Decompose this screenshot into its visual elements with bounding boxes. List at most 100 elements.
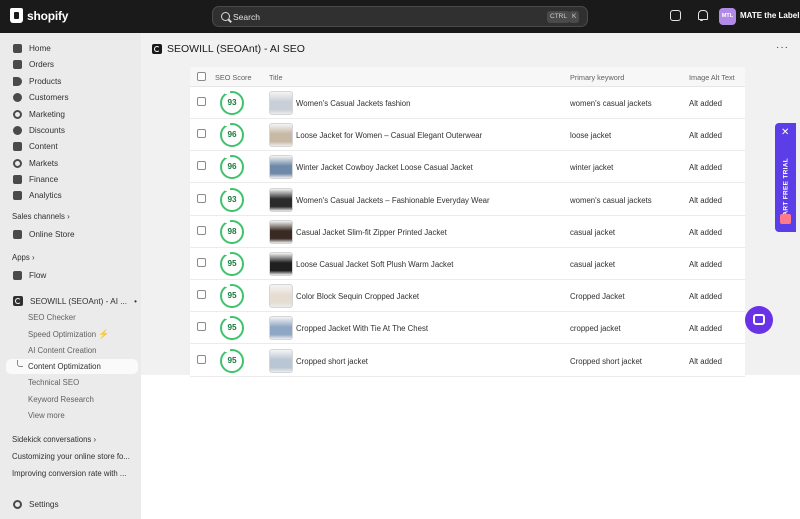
store-icon[interactable] [670,10,681,21]
bank-icon [13,174,22,184]
sidebar-item-customers[interactable]: Customers [13,90,69,104]
product-title[interactable]: Casual Jacket Slim-fit Zipper Printed Ja… [296,228,447,237]
apps-heading[interactable]: Apps › [12,253,35,262]
select-all-checkbox[interactable] [197,72,206,81]
sidebar-item-products[interactable]: Products [13,74,61,88]
table-row[interactable]: 93 Women's Casual Jackets – Fashionable E… [190,184,745,216]
sidebar-item-seowill-app[interactable]: SEOWILL (SEOAnt) - AI ... • [13,294,137,308]
sales-channels-heading[interactable]: Sales channels › [12,212,70,221]
sidebar-item-marketing[interactable]: Marketing [13,107,65,121]
table-row[interactable]: 96 Loose Jacket for Women – Casual Elegan… [190,119,745,152]
table-row[interactable]: 95 Color Block Sequin Cropped Jacket Cropp… [190,280,745,313]
image-alt-status: Alt added [689,324,722,334]
product-thumbnail [269,252,293,276]
more-actions-icon[interactable]: ··· [776,42,789,53]
sidebar-item-label: Flow [29,270,47,280]
row-checkbox[interactable] [197,258,206,267]
product-title[interactable]: Cropped Jacket With Tie At The Chest [296,324,428,333]
search-bar[interactable]: Search CTRL K [212,6,588,27]
sidebar-item-label: Content [29,141,58,151]
sidebar-item-label: Settings [29,499,59,509]
sidebar-subitem-content-optimization[interactable]: Content Optimization [6,359,138,374]
page-header: SEOWILL (SEOAnt) - AI SEO [152,43,305,55]
product-title[interactable]: Women's Casual Jackets – Fashionable Eve… [296,196,490,205]
row-checkbox[interactable] [197,290,206,300]
close-icon[interactable]: ✕ [781,127,789,138]
sidebar-item-online-store[interactable]: Online Store [13,227,75,241]
discount-icon [13,125,22,135]
column-header-seo-score[interactable]: SEO Score [215,73,252,82]
product-title[interactable]: Loose Jacket for Women – Casual Elegant … [296,131,482,140]
column-header-image-alt-text[interactable]: Image Alt Text [689,73,735,82]
sidebar-item-label: Customers [29,92,69,102]
primary-keyword: Cropped Jacket [570,292,625,302]
sidebar-subitem-ai-content-creation[interactable]: AI Content Creation [28,346,96,355]
row-checkbox[interactable] [197,129,206,139]
sidebar-item-finance[interactable]: Finance [13,172,58,186]
column-header-primary-keyword[interactable]: Primary keyword [570,73,624,82]
sidebar-subitem-speed-optimization[interactable]: Speed Optimization ⚡ [28,329,109,340]
lightning-bolt-icon: ⚡ [98,329,110,339]
primary-keyword: women's casual jackets [570,195,652,205]
seowill-app-icon [152,44,162,54]
sidebar-subitem-view-more[interactable]: View more [28,411,65,420]
product-thumbnail [269,219,293,244]
row-checkbox[interactable] [197,193,206,203]
sidebar-subitem-keyword-research[interactable]: Keyword Research [28,395,94,404]
sidebar-subitem-technical-seo[interactable]: Technical SEO [28,378,79,387]
table-row[interactable]: 95 Cropped short jacket Cropped short jack… [190,345,745,377]
store-name[interactable]: MATE the Label [740,11,799,20]
table-row[interactable]: 95 Cropped Jacket With Tie At The Chest cr… [190,312,745,345]
product-title[interactable]: Women's Casual Jackets fashion [296,99,410,108]
table-row[interactable]: 93 Women's Casual Jackets fashion women's … [190,87,745,119]
sidebar-item-markets[interactable]: Markets [13,156,58,170]
shopify-logo[interactable]: shopify [10,8,68,23]
row-checkbox[interactable] [197,97,206,106]
seo-score-badge: 95 [220,315,244,341]
product-title[interactable]: Loose Casual Jacket Soft Plush Warm Jack… [296,260,453,269]
start-free-trial-tab[interactable]: ✕ START FREE TRIAL [775,123,796,232]
sidebar-item-flow[interactable]: Flow [13,268,46,282]
table-row[interactable]: 96 Winter Jacket Cowboy Jacket Loose Casu… [190,151,745,184]
bell-icon[interactable] [696,10,708,21]
store-avatar[interactable]: MTL [719,8,736,25]
image-alt-status: Alt added [689,292,722,302]
orders-icon [13,59,22,69]
primary-keyword: winter jacket [570,163,614,173]
search-icon [221,12,230,21]
chevron-right-icon: › [93,435,97,444]
sidebar-item-orders[interactable]: Orders [13,57,54,71]
sidebar-item-home[interactable]: Home [13,41,51,55]
chat-launcher-button[interactable] [745,306,773,334]
shortcut-key-ctrl: CTRL [547,11,570,23]
sidekick-conversation-item[interactable]: Improving conversion rate with ... [12,469,137,478]
chevron-right-icon: › [67,212,70,221]
table-row[interactable]: 95 Loose Casual Jacket Soft Plush Warm Ja… [190,248,745,280]
table-row[interactable]: 98 Casual Jacket Slim-fit Zipper Printed … [190,216,745,248]
tag-icon [13,76,22,86]
sidekick-conversation-item[interactable]: Customizing your online store fo... [12,452,137,461]
row-checkbox[interactable] [197,225,206,235]
row-checkbox[interactable] [197,322,206,332]
sidebar-item-settings[interactable]: Settings [13,497,59,511]
top-bar: shopify Search CTRL K MTL MATE the Label [0,0,800,33]
sidekick-conversations-heading[interactable]: Sidekick conversations › [12,435,96,444]
product-thumbnail [269,123,293,148]
seo-score-badge: 96 [220,154,244,180]
sidebar-subitem-seo-checker[interactable]: SEO Checker [28,313,76,322]
primary-keyword: Cropped short jacket [570,356,642,366]
image-alt-status: Alt added [689,356,722,366]
sidebar-item-label: Discounts [29,125,65,135]
sidebar-item-content[interactable]: Content [13,139,58,153]
sidebar-item-label: Products [29,76,62,86]
sidebar-item-analytics[interactable]: Analytics [13,188,62,202]
product-title[interactable]: Cropped short jacket [296,357,368,366]
product-title[interactable]: Winter Jacket Cowboy Jacket Loose Casual… [296,163,473,172]
chart-icon [13,190,22,200]
column-header-title[interactable]: Title [269,73,283,82]
row-checkbox[interactable] [197,354,206,364]
row-checkbox[interactable] [197,161,206,171]
sidebar-item-discounts[interactable]: Discounts [13,123,65,137]
product-title[interactable]: Color Block Sequin Cropped Jacket [296,292,419,301]
home-icon [13,43,22,53]
